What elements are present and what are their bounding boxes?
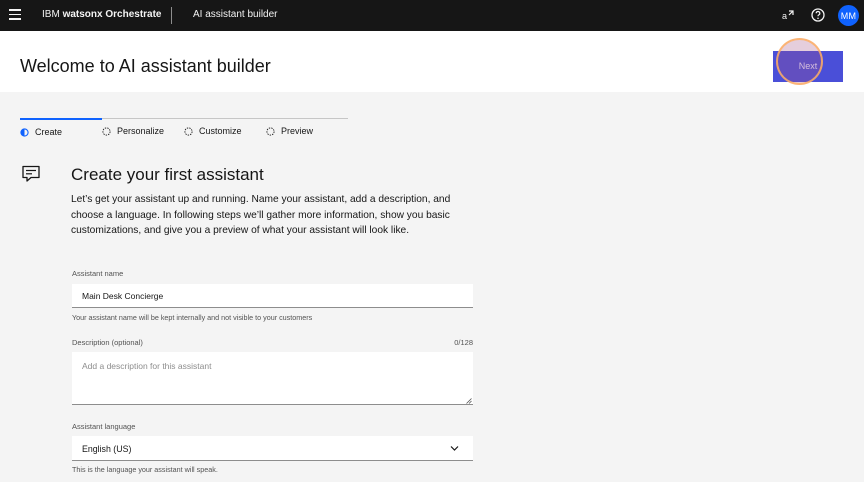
step-incomplete-icon	[102, 127, 111, 136]
step-preview[interactable]: Preview	[266, 118, 348, 138]
connect-icon[interactable]: a	[781, 7, 797, 23]
step-current-icon	[20, 128, 29, 137]
step-label: Preview	[281, 126, 314, 136]
section-title: Create your first assistant	[71, 165, 264, 184]
step-customize[interactable]: Customize	[184, 118, 266, 138]
description-label: Description (optional)	[72, 338, 143, 347]
section-description: Let’s get your assistant up and running.…	[71, 194, 451, 236]
assistant-name-input[interactable]	[72, 284, 473, 308]
description-counter: 0/128	[454, 338, 473, 347]
step-label: Customize	[199, 126, 242, 136]
language-label: Assistant language	[72, 422, 136, 431]
chat-icon	[22, 165, 40, 182]
top-bar: IBM watsonx Orchestrate AI assistant bui…	[0, 0, 864, 31]
help-icon[interactable]	[810, 7, 826, 23]
page-header: Welcome to AI assistant builder Next	[0, 31, 864, 92]
language-selected-value: English (US)	[82, 444, 132, 454]
header-divider	[171, 7, 172, 24]
next-button[interactable]: Next	[773, 51, 843, 82]
brand-prefix: IBM	[42, 9, 63, 20]
step-personalize[interactable]: Personalize	[102, 118, 184, 138]
step-incomplete-icon	[184, 127, 193, 136]
product-name[interactable]: IBM watsonx Orchestrate	[42, 9, 162, 20]
language-select[interactable]: English (US)	[72, 436, 473, 461]
assistant-name-helper: Your assistant name will be kept interna…	[72, 313, 313, 322]
assistant-name-label: Assistant name	[72, 269, 124, 278]
menu-icon[interactable]	[9, 9, 21, 21]
step-create[interactable]: Create	[20, 118, 102, 138]
svg-text:a: a	[782, 11, 787, 21]
step-incomplete-icon	[266, 127, 275, 136]
step-label: Personalize	[117, 126, 165, 136]
progress-indicator: Create Personalize Customize Preview	[20, 118, 348, 138]
description-textarea[interactable]	[72, 352, 473, 405]
page-title: Welcome to AI assistant builder	[20, 56, 271, 76]
resize-handle-icon[interactable]	[466, 398, 472, 404]
brand-product: watsonx Orchestrate	[62, 9, 162, 20]
app-name: AI assistant builder	[193, 9, 278, 20]
user-avatar[interactable]: MM	[838, 5, 859, 26]
step-label: Create	[35, 127, 63, 137]
language-helper: This is the language your assistant will…	[72, 465, 218, 474]
chevron-down-icon	[450, 446, 459, 451]
